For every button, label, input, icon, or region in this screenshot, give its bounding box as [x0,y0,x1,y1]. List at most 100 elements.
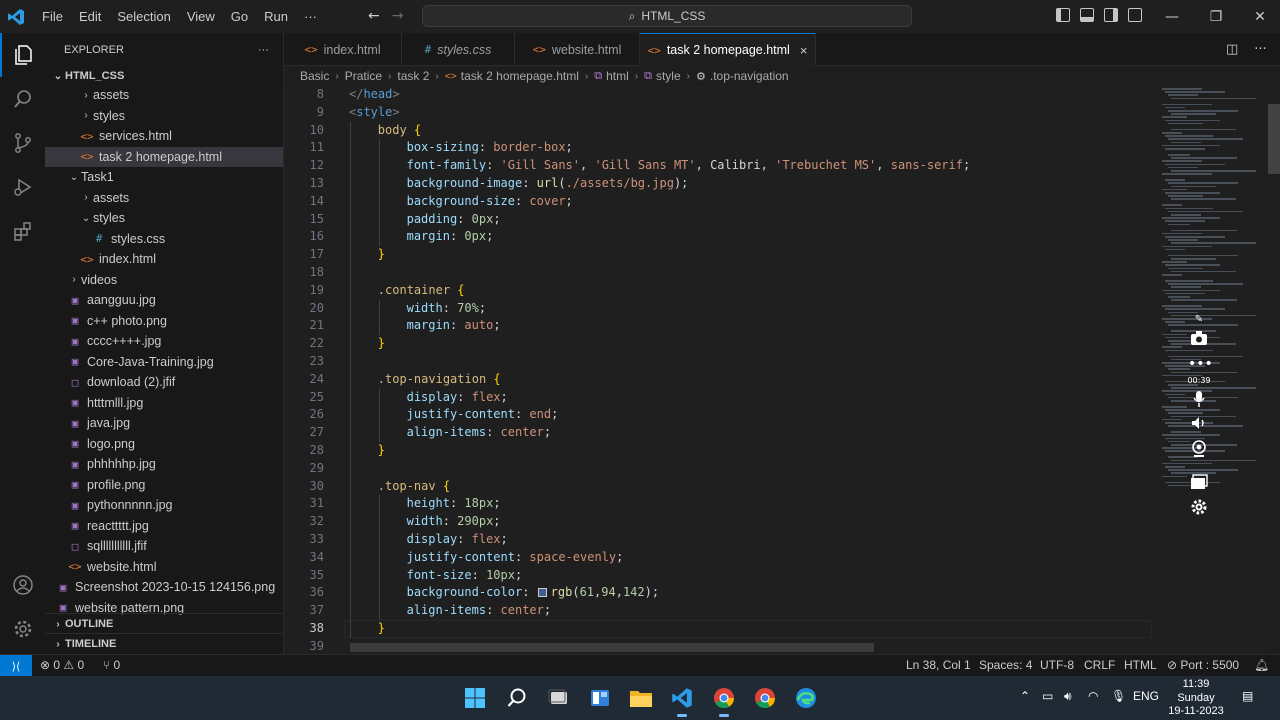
settings-gear-icon[interactable] [0,607,45,651]
widgets-icon[interactable] [586,684,614,712]
tree-folder[interactable]: › styles [45,106,283,127]
indentation[interactable]: Spaces: 4 [979,658,1032,672]
code-line[interactable]: 31 height: 18px; [284,495,1154,513]
code-line[interactable]: 15 padding: 0px; [284,211,1154,229]
more-icon[interactable]: ••• [1188,356,1213,376]
toggle-primary-sidebar-icon[interactable] [1056,8,1070,22]
tab-website-html[interactable]: <> website.html [515,33,640,66]
tree-file[interactable]: ▣ profile.png [45,475,283,496]
tab-task-2-homepage-html[interactable]: <> task 2 homepage.html × [640,33,816,66]
accounts-icon[interactable] [0,563,45,607]
code-line[interactable]: 35 font-size: 10px; [284,567,1154,585]
ports-indicator[interactable]: ⑂ 0 [103,658,120,672]
tab-styles-css[interactable]: # styles.css [402,33,515,66]
tree-file[interactable]: ▣ logo.png [45,434,283,455]
more-actions-icon[interactable]: ··· [1254,42,1266,57]
cursor-position[interactable]: Ln 38, Col 1 [906,658,971,672]
windows-start-icon[interactable] [461,684,489,712]
tree-file[interactable]: ▣ Screenshot 2023-10-15 124156.png [45,577,283,598]
file-explorer-icon[interactable] [627,684,655,712]
window-icon[interactable] [1188,474,1210,494]
chrome-profile-icon[interactable] [710,684,738,717]
extensions-icon[interactable] [0,209,45,253]
edge-icon[interactable] [792,684,820,712]
tree-file[interactable]: <> task 2 homepage.html [45,146,283,167]
code-line[interactable]: 24 .top-navigation { [284,371,1154,389]
code-editor[interactable]: 8 </head> 9 <style> 10 body {11 box-sizing: bo… [284,86,1154,654]
run-debug-icon[interactable] [0,165,45,209]
source-control-icon[interactable] [0,121,45,165]
breadcrumb-item[interactable]: Basic [300,69,329,83]
search-icon[interactable] [503,684,531,712]
code-line[interactable]: 8 </head> [284,86,1154,104]
clock[interactable]: 11:39 Sunday 19-11-2023 [1160,678,1232,719]
code-line[interactable]: 29 [284,460,1154,478]
webcam-icon[interactable] [1188,440,1210,460]
code-line[interactable]: 32 width: 290px; [284,513,1154,531]
code-line[interactable]: 14 background-size: cover; [284,193,1154,211]
notification-center-icon[interactable]: ▤ [1242,689,1253,703]
code-line[interactable]: 22} [284,335,1154,353]
tree-file[interactable]: ▣ Core-Java-Training.jpg [45,352,283,373]
code-line[interactable]: 28} [284,442,1154,460]
code-line[interactable]: 16 margin: 0px; [284,228,1154,246]
code-line[interactable]: 23 [284,353,1154,371]
tree-folder[interactable]: ⌄ Task1 [45,167,283,188]
code-line[interactable]: 21 margin: auto; [284,317,1154,335]
vertical-scrollbar[interactable] [1268,104,1280,174]
notifications-bell-icon[interactable]: 🔔︎ [1254,658,1269,672]
battery-icon[interactable]: ▭ [1042,689,1053,703]
tree-file[interactable]: ▣ phhhhhp.jpg [45,454,283,475]
tree-file[interactable]: □ download (2).jfif [45,372,283,393]
code-line[interactable]: 13 background-image: url(./assets/bg.jpg)… [284,175,1154,193]
tab-index-html[interactable]: <> index.html [284,33,402,66]
customize-layout-icon[interactable] [1128,8,1142,22]
close-tab-icon[interactable]: × [800,43,808,58]
tree-folder[interactable]: › videos [45,270,283,291]
tree-file[interactable]: □ sqlllllllllll.jfif [45,536,283,557]
chrome-icon[interactable] [751,684,779,712]
maximize-button[interactable]: ❐ [1194,0,1238,33]
settings-gear-icon[interactable] [1188,498,1210,518]
language-mode[interactable]: HTML [1124,658,1157,672]
tree-file[interactable]: <> services.html [45,126,283,147]
menu-go[interactable]: Go [223,9,256,24]
remote-indicator-icon[interactable]: ⟩⟨ [0,655,32,677]
code-line[interactable]: 17} [284,246,1154,264]
timeline-section[interactable]: › TIMELINE [45,633,283,654]
code-line[interactable]: 34 justify-content: space-evenly; [284,549,1154,567]
root-folder-header[interactable]: ⌄ HTML_CSS [45,66,283,86]
menu-file[interactable]: File [34,9,71,24]
code-line[interactable]: 18 [284,264,1154,282]
code-line[interactable]: 19 .container { [284,282,1154,300]
tree-file[interactable]: ▣ htttmlll.jpg [45,393,283,414]
speaker-icon[interactable] [1188,416,1210,436]
menu-run[interactable]: Run [256,9,296,24]
menu-view[interactable]: View [179,9,223,24]
color-swatch[interactable] [537,588,547,598]
tree-file[interactable]: ▣ cccc++++.jpg [45,331,283,352]
breadcrumb-item[interactable]: style [656,69,681,83]
outline-section[interactable]: › OUTLINE [45,613,283,634]
search-icon[interactable] [0,77,45,121]
breadcrumb-item[interactable]: task 2 [397,69,429,83]
breadcrumb-item[interactable]: .top-navigation [710,69,789,83]
tree-file[interactable]: <> index.html [45,249,283,270]
tree-folder[interactable]: › assets [45,188,283,209]
volume-icon[interactable]: 🔊︎ [1064,689,1072,704]
tree-file[interactable]: # styles.css [45,229,283,250]
code-line[interactable]: 20 width: 70%; [284,300,1154,318]
language-indicator[interactable]: ENG [1133,689,1159,703]
code-line[interactable]: 25 display: flex; [284,389,1154,407]
code-line[interactable]: 12 font-family: 'Gill Sans', 'Gill Sans M… [284,157,1154,175]
code-line[interactable]: 27 align-items: center; [284,424,1154,442]
explorer-icon[interactable] [0,33,45,77]
task-view-icon[interactable] [545,684,573,712]
menu-selection[interactable]: Selection [109,9,178,24]
command-center-search[interactable]: ⌕ HTML_CSS [422,5,912,27]
code-line[interactable]: 10 body { [284,122,1154,140]
code-line[interactable]: 36 background-color: rgb(61,94,142); [284,584,1154,602]
code-line[interactable]: 30 .top-nav { [284,478,1154,496]
breadcrumb-item[interactable]: html [606,69,629,83]
menu-more[interactable]: ··· [296,9,325,24]
